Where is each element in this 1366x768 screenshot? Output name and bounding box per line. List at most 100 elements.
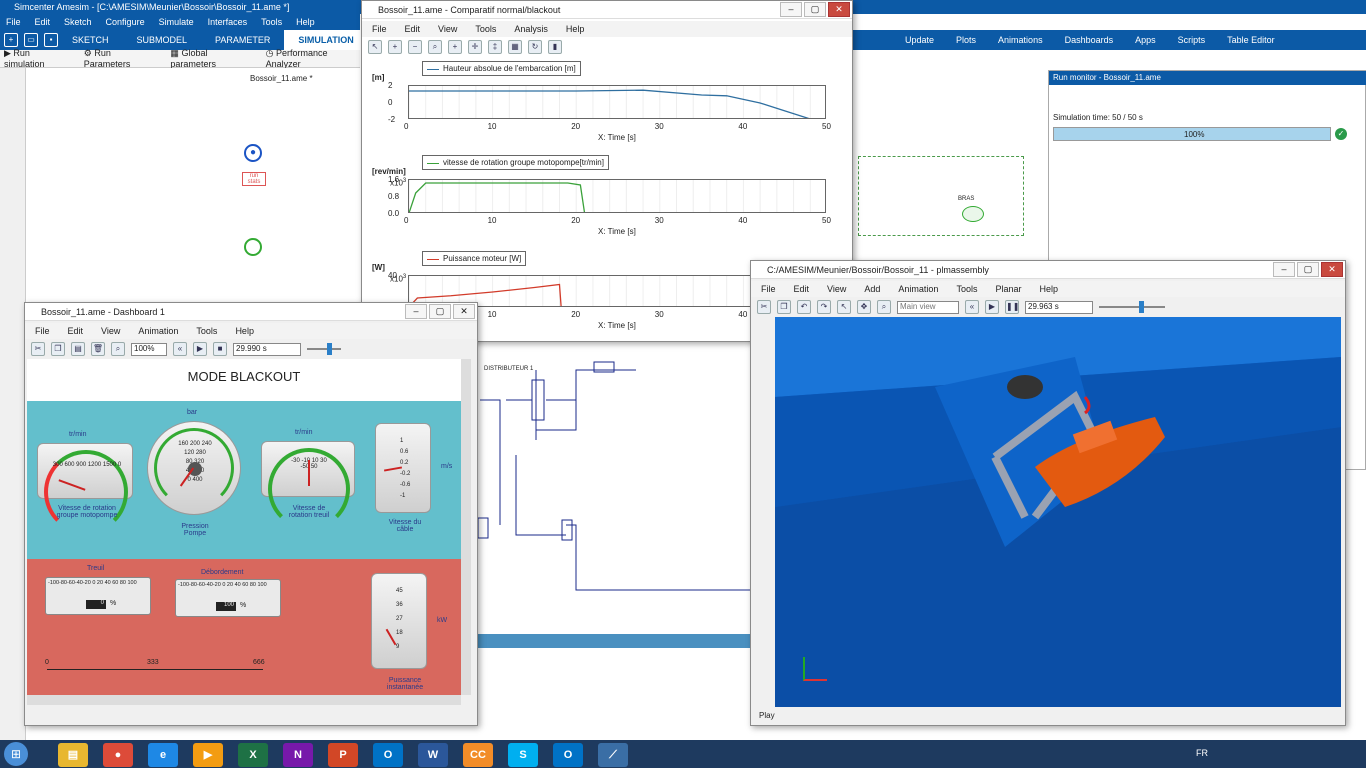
dash-menu-edit[interactable]: Edit [68, 326, 84, 336]
tab-submodel[interactable]: SUBMODEL [123, 30, 202, 50]
asm-pause-icon[interactable]: ❚❚ [1005, 300, 1019, 314]
asm-menu-tools[interactable]: Tools [956, 284, 977, 294]
table-editor-button[interactable]: Table Editor [1227, 30, 1275, 50]
asm-pan-icon[interactable]: ✥ [857, 300, 871, 314]
plot-legend-1[interactable]: vitesse de rotation groupe motopompe[tr/… [422, 155, 609, 170]
plot-menu-help[interactable]: Help [566, 24, 585, 34]
asm-menu-edit[interactable]: Edit [794, 284, 810, 294]
save-icon[interactable]: ▪ [44, 33, 58, 47]
start-button[interactable]: ⊞ [4, 742, 28, 766]
asm-menu-help[interactable]: Help [1039, 284, 1058, 294]
zoom-fit-icon[interactable]: ⌕ [428, 40, 442, 54]
taskbar-amesim-icon[interactable]: ⟋ [598, 743, 628, 767]
play-icon[interactable]: ▶ [193, 342, 207, 356]
pump-icon[interactable] [244, 238, 262, 256]
dash-menu-animation[interactable]: Animation [138, 326, 178, 336]
open-folder-icon[interactable]: ▭ [24, 33, 38, 47]
apps-button[interactable]: Apps [1135, 30, 1156, 50]
menu-tools[interactable]: Tools [261, 14, 282, 30]
asm-copy-icon[interactable]: ❐ [777, 300, 791, 314]
dash-maximize-button[interactable]: ▢ [429, 304, 451, 319]
dashboards-button[interactable]: Dashboards [1065, 30, 1114, 50]
tab-sketch[interactable]: SKETCH [58, 30, 123, 50]
asm-menu-file[interactable]: File [761, 284, 776, 294]
asm-time-field[interactable]: 29.963 s [1025, 300, 1093, 314]
run-simulation-button[interactable]: ▶ Run simulation [4, 48, 70, 69]
tab-parameter[interactable]: PARAMETER [201, 30, 284, 50]
asm-menu-add[interactable]: Add [864, 284, 880, 294]
dash-menu-file[interactable]: File [35, 326, 50, 336]
taskbar-onenote-icon[interactable]: N [283, 743, 313, 767]
plot-legend-2[interactable]: Puissance moteur [W] [422, 251, 527, 266]
asm-zoom-icon[interactable]: ⌕ [877, 300, 891, 314]
taskbar-outlook2-icon[interactable]: O [553, 743, 583, 767]
run-stats-block[interactable]: run stats [242, 172, 266, 186]
dash-menu-help[interactable]: Help [235, 326, 254, 336]
plot-canvas-1[interactable] [408, 179, 826, 213]
asm-maximize-button[interactable]: ▢ [1297, 262, 1319, 277]
asm-undo-icon[interactable]: ↶ [797, 300, 811, 314]
performance-analyzer-button[interactable]: ◷ Performance Analyzer [266, 48, 360, 69]
zoom-select[interactable]: 100% [131, 342, 167, 356]
crosshair-icon[interactable]: ✛ [468, 40, 482, 54]
dash-menu-view[interactable]: View [101, 326, 120, 336]
bar-chart-icon[interactable]: ▮ [548, 40, 562, 54]
dash-minimize-button[interactable]: – [405, 304, 427, 319]
cursor-icon[interactable]: + [448, 40, 462, 54]
maximize-button[interactable]: ▢ [804, 2, 826, 17]
motor-symbol[interactable] [962, 206, 984, 222]
menu-file[interactable]: File [6, 14, 21, 30]
menu-simulate[interactable]: Simulate [159, 14, 194, 30]
asm-menu-planar[interactable]: Planar [995, 284, 1021, 294]
delete-icon[interactable]: 🗑 [91, 342, 105, 356]
update-button[interactable]: Update [905, 30, 934, 50]
3d-viewport[interactable] [775, 317, 1341, 707]
animations-button[interactable]: Animations [998, 30, 1043, 50]
asm-close-button[interactable]: ✕ [1321, 262, 1343, 277]
language-indicator[interactable]: FR [1196, 748, 1208, 758]
zoom-icon[interactable]: ⌕ [111, 342, 125, 356]
new-file-icon[interactable]: + [4, 33, 18, 47]
dash-menu-tools[interactable]: Tools [196, 326, 217, 336]
sketch-canvas[interactable]: Bossoir_11.ame * ● run stats [26, 68, 360, 308]
tab-simulation[interactable]: SIMULATION [284, 30, 368, 50]
cut-icon[interactable]: ✂ [31, 342, 45, 356]
menu-configure[interactable]: Configure [106, 14, 145, 30]
paste-icon[interactable]: ▤ [71, 342, 85, 356]
asm-time-slider[interactable] [1099, 301, 1165, 313]
taskbar-skype-icon[interactable]: S [508, 743, 538, 767]
stop-icon[interactable]: ■ [213, 342, 227, 356]
taskbar-ie-icon[interactable]: e [148, 743, 178, 767]
menu-edit[interactable]: Edit [35, 14, 51, 30]
dashboard-hscroll[interactable] [27, 695, 461, 705]
taskbar-media-icon[interactable]: ▶ [193, 743, 223, 767]
asm-play-icon[interactable]: ▶ [985, 300, 999, 314]
asm-select-icon[interactable]: ↖ [837, 300, 851, 314]
dashboard-vscroll[interactable] [461, 359, 471, 695]
menu-sketch[interactable]: Sketch [64, 14, 92, 30]
zoom-out-icon[interactable]: − [408, 40, 422, 54]
global-parameters-button[interactable]: ▦ Global parameters [170, 48, 251, 69]
asm-menu-animation[interactable]: Animation [898, 284, 938, 294]
plot-canvas-0[interactable] [408, 85, 826, 119]
plot-menu-view[interactable]: View [438, 24, 457, 34]
close-button[interactable]: ✕ [828, 2, 850, 17]
plot-legend-0[interactable]: Hauteur absolue de l'embarcation [m] [422, 61, 581, 76]
asm-cut-icon[interactable]: ✂ [757, 300, 771, 314]
plots-button[interactable]: Plots [956, 30, 976, 50]
plot-menu-file[interactable]: File [372, 24, 387, 34]
dash-close-button[interactable]: ✕ [453, 304, 475, 319]
asm-rewind-icon[interactable]: « [965, 300, 979, 314]
plot-menu-edit[interactable]: Edit [405, 24, 421, 34]
asm-minimize-button[interactable]: – [1273, 262, 1295, 277]
asm-menu-view[interactable]: View [827, 284, 846, 294]
copy-icon[interactable]: ❐ [51, 342, 65, 356]
plot-menu-tools[interactable]: Tools [475, 24, 496, 34]
scripts-button[interactable]: Scripts [1178, 30, 1206, 50]
grid-icon[interactable]: ▦ [508, 40, 522, 54]
multi-cursor-icon[interactable]: ‡ [488, 40, 502, 54]
taskbar-cc-icon[interactable]: CC [463, 743, 493, 767]
taskbar-powerpoint-icon[interactable]: P [328, 743, 358, 767]
run-parameters-button[interactable]: ⚙ Run Parameters [84, 48, 157, 69]
view-select[interactable]: Main view [897, 300, 959, 314]
